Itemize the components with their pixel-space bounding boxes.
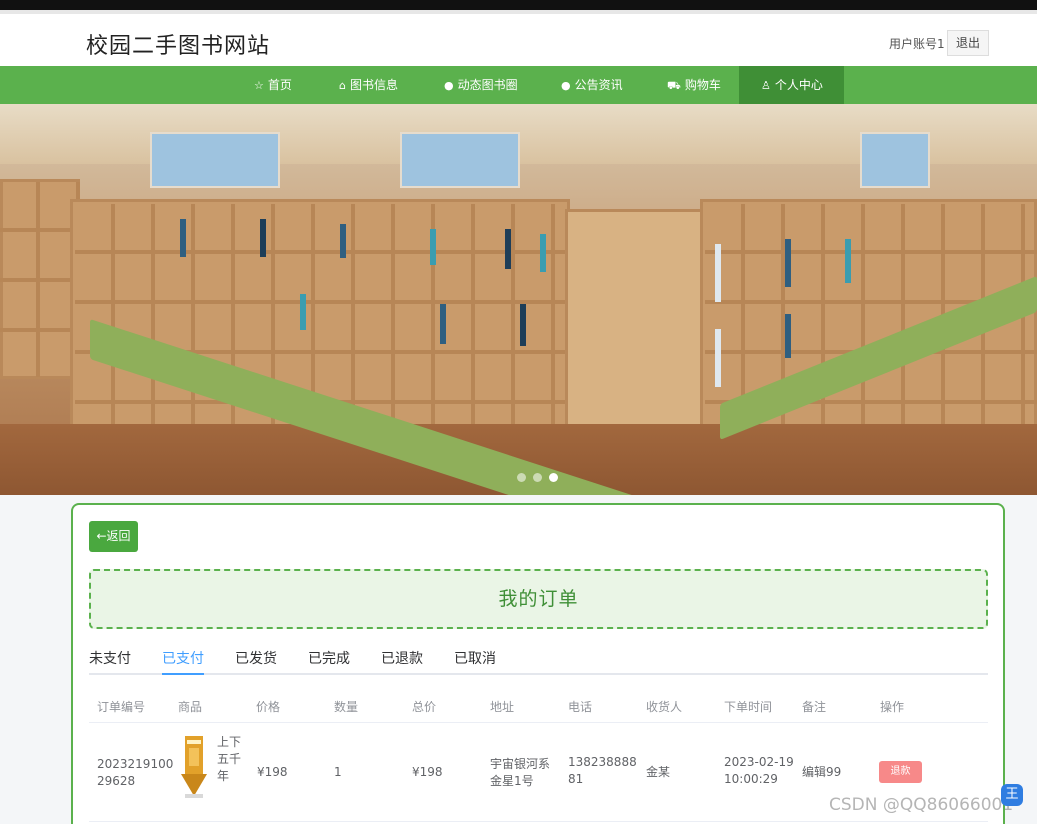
circle-icon: ●	[561, 79, 571, 92]
banner-book	[785, 239, 791, 287]
price: ¥198	[257, 765, 288, 779]
order-time: 2023-02-19 10:00:29	[724, 755, 794, 786]
remark: 编辑99	[802, 765, 842, 779]
banner-book	[540, 234, 546, 272]
banner-book	[505, 229, 511, 269]
site-title: 校园二手图书网站	[86, 34, 271, 59]
column-header: 地址	[490, 700, 515, 714]
tab-refunded[interactable]: 已退款	[381, 649, 423, 675]
banner-shelf-grid	[0, 182, 80, 377]
banner-book	[260, 219, 266, 257]
back-button[interactable]: ←返回	[89, 521, 138, 552]
logout-button[interactable]: 退出	[947, 30, 989, 56]
carousel-dot-active[interactable]	[549, 473, 558, 482]
cart-icon: ⛟	[667, 79, 681, 92]
column-header: 数量	[334, 700, 359, 714]
banner-book	[845, 239, 851, 283]
order-number: 2023219100 29628	[97, 757, 174, 788]
banner-book	[715, 329, 721, 387]
banner-window	[400, 132, 520, 188]
column-header: 备注	[802, 700, 827, 714]
banner-window	[860, 132, 930, 188]
order-title-box: 我的订单	[89, 569, 988, 629]
banner-shelf-side	[565, 209, 710, 454]
nav-item-cart[interactable]: ⛟ 购物车	[653, 66, 735, 104]
nav-item-personal-center[interactable]: ♙ 个人中心	[739, 66, 844, 104]
site-header: 校园二手图书网站 用户账号1 退出	[0, 10, 1037, 66]
banner-window	[150, 132, 280, 188]
floating-badge[interactable]: 王	[1001, 784, 1023, 806]
column-header: 下单时间	[724, 700, 773, 714]
banner-book	[785, 314, 791, 358]
circle-icon: ●	[444, 79, 454, 92]
user-icon: ♙	[761, 79, 771, 92]
column-header: 电话	[568, 700, 593, 714]
nav-item-news[interactable]: ● 公告资讯	[547, 66, 637, 104]
receiver: 金某	[646, 765, 671, 779]
tab-completed[interactable]: 已完成	[308, 649, 350, 675]
column-header: 订单编号	[97, 700, 146, 714]
column-header: 操作	[880, 700, 905, 714]
column-header: 收货人	[646, 700, 683, 714]
column-header: 总价	[412, 700, 437, 714]
bag-icon: ⌂	[339, 79, 346, 92]
column-header: 价格	[256, 700, 281, 714]
banner-book	[520, 304, 526, 346]
banner-carousel[interactable]	[0, 104, 1037, 495]
tab-shipped[interactable]: 已发货	[235, 649, 277, 675]
tab-cancelled[interactable]: 已取消	[454, 649, 496, 675]
banner-book	[715, 244, 721, 302]
banner-book	[430, 229, 436, 265]
banner-book	[180, 219, 186, 257]
column-header: 商品	[178, 700, 203, 714]
banner-book	[440, 304, 446, 344]
watermark: CSDN @QQ86066001	[829, 795, 1014, 815]
address: 宇宙银河系 金星1号	[490, 757, 551, 788]
tab-paid[interactable]: 已支付	[162, 649, 204, 675]
table-header: 订单编号 商品 价格 数量 总价 地址 电话 收货人 下单时间 备注 操作	[89, 687, 988, 723]
main-navbar: ☆ 首页 ⌂ 图书信息 ● 动态图书圈 ● 公告资讯 ⛟ 购物车 ♙ 个人中心	[0, 66, 1037, 104]
quantity: 1	[334, 765, 342, 779]
total-price: ¥198	[412, 765, 443, 779]
nav-item-home[interactable]: ☆ 首页	[240, 66, 306, 104]
carousel-dot[interactable]	[517, 473, 526, 482]
nav-item-books[interactable]: ⌂ 图书信息	[325, 66, 412, 104]
top-strip	[0, 0, 1037, 10]
banner-book	[300, 294, 306, 330]
product-name: 上下 五千 年	[217, 735, 242, 783]
tab-unpaid[interactable]: 未支付	[89, 649, 131, 675]
nav-item-book-circle[interactable]: ● 动态图书圈	[430, 66, 532, 104]
orders-panel: ←返回 我的订单 未支付 已支付 已发货 已完成 已退款 已取消 订单编号 商品…	[71, 503, 1005, 824]
order-status-tabs: 未支付 已支付 已发货 已完成 已退款 已取消	[89, 649, 988, 675]
user-account-label: 用户账号1	[889, 37, 945, 51]
refund-button[interactable]: 退款	[879, 761, 922, 783]
phone: 138238888 81	[568, 755, 637, 786]
carousel-dot[interactable]	[533, 473, 542, 482]
book-cover-thumbnail	[181, 736, 207, 798]
banner-book	[340, 224, 346, 258]
page-title: 我的订单	[498, 588, 579, 610]
star-icon: ☆	[254, 79, 264, 92]
